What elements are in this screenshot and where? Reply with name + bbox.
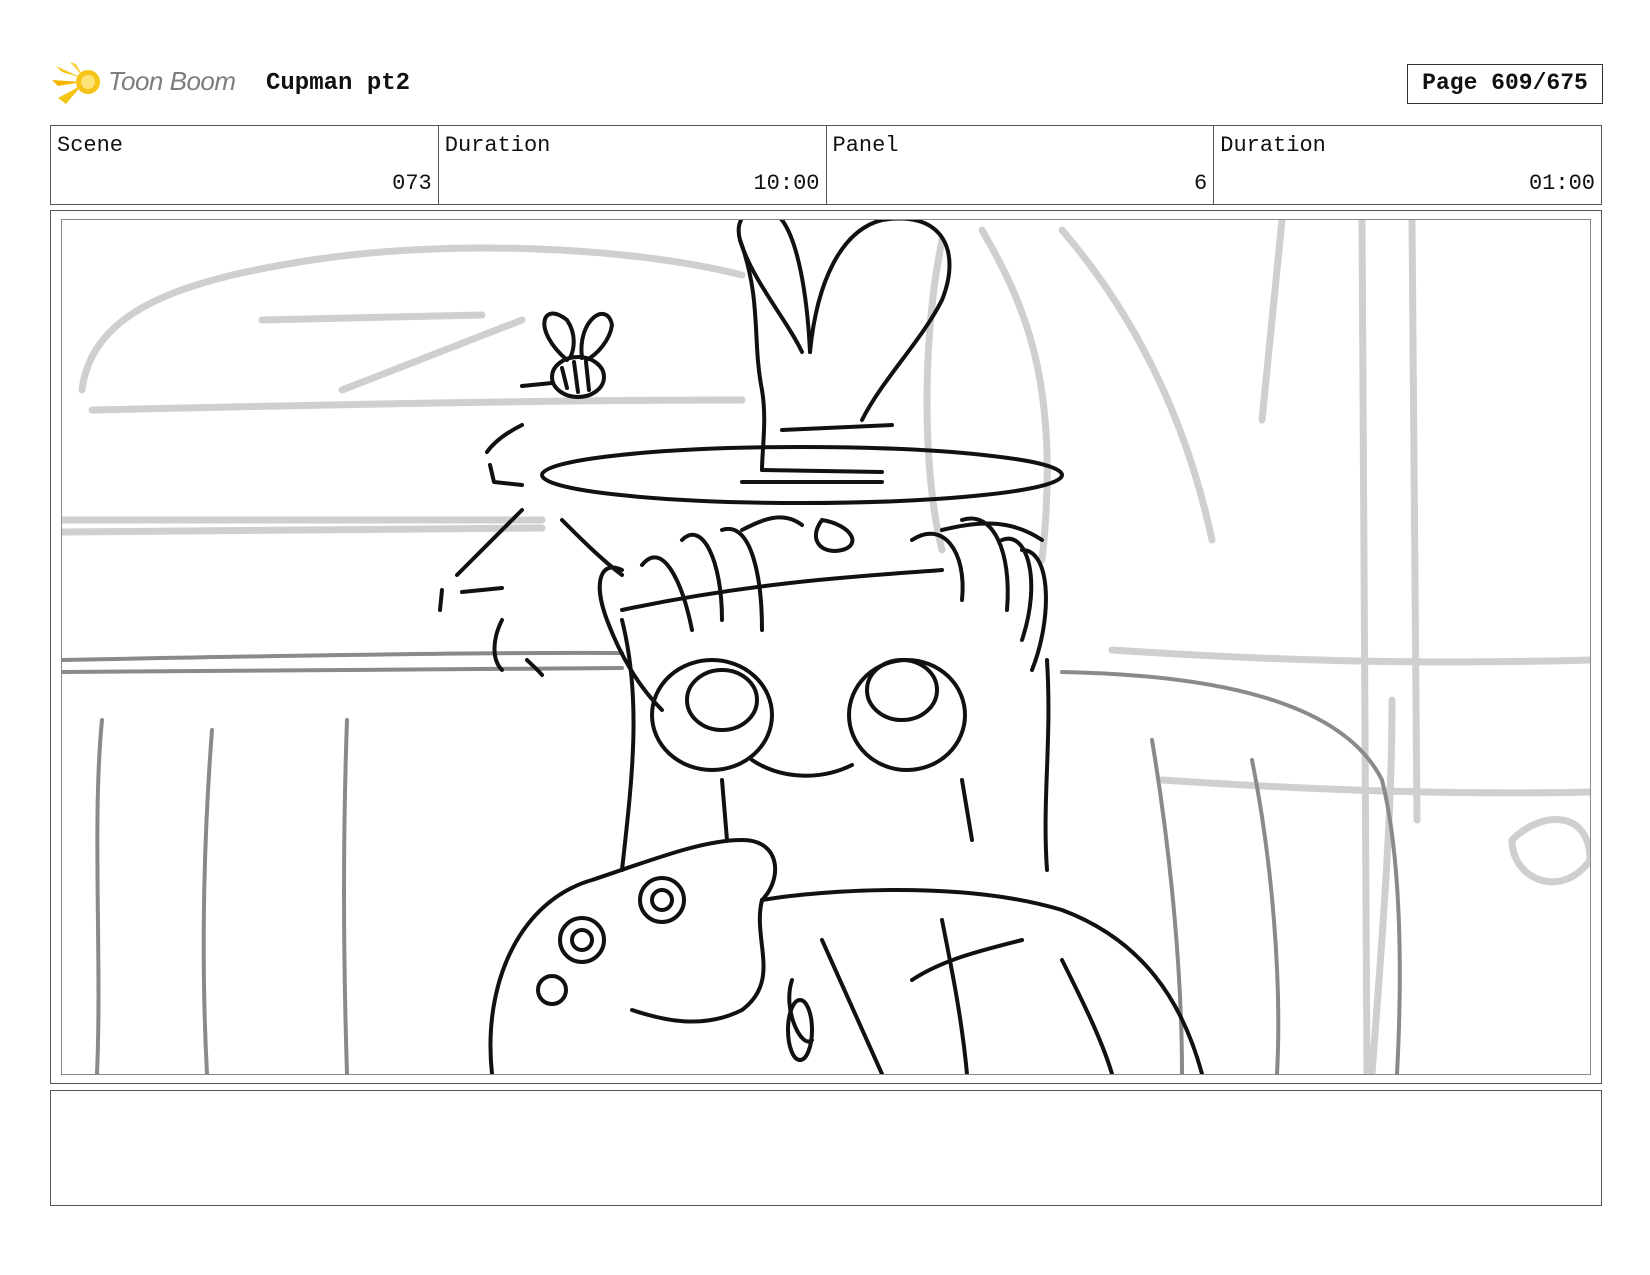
panel-duration-cell: Duration 01:00 (1214, 126, 1601, 204)
page-indicator: Page 609/675 (1407, 64, 1603, 104)
storyboard-header: Toon Boom Cupman pt2 Page 609/675 (50, 58, 1603, 108)
scene-value: 073 (392, 171, 432, 196)
logo-text: Toon Boom (108, 66, 236, 96)
panel-notes-box (50, 1090, 1602, 1206)
panel-drawing-area (61, 219, 1591, 1075)
sofa-lines (62, 650, 1402, 1074)
panel-duration-label: Duration (1220, 133, 1326, 158)
scene-label: Scene (57, 133, 124, 158)
toon-boom-logo: Toon Boom (52, 58, 252, 108)
storyboard-sketch-image (62, 220, 1590, 1074)
scene-duration-label: Duration (444, 133, 551, 158)
scene-duration-value: 10:00 (753, 171, 820, 196)
panel-duration-value: 01:00 (1528, 171, 1595, 196)
panel-value: 6 (1194, 171, 1208, 196)
scene-cell: Scene 073 (51, 126, 439, 204)
storyboard-panel (50, 210, 1602, 1084)
panel-cell: Panel 6 (827, 126, 1215, 204)
character-sketch (438, 220, 1204, 1074)
star-burst-icon (52, 62, 100, 104)
panel-label: Panel (832, 133, 899, 158)
scene-info-table: Scene 073 Duration 10:00 Panel 6 Duratio… (50, 125, 1602, 205)
project-title: Cupman pt2 (266, 70, 411, 97)
scene-duration-cell: Duration 10:00 (439, 126, 827, 204)
